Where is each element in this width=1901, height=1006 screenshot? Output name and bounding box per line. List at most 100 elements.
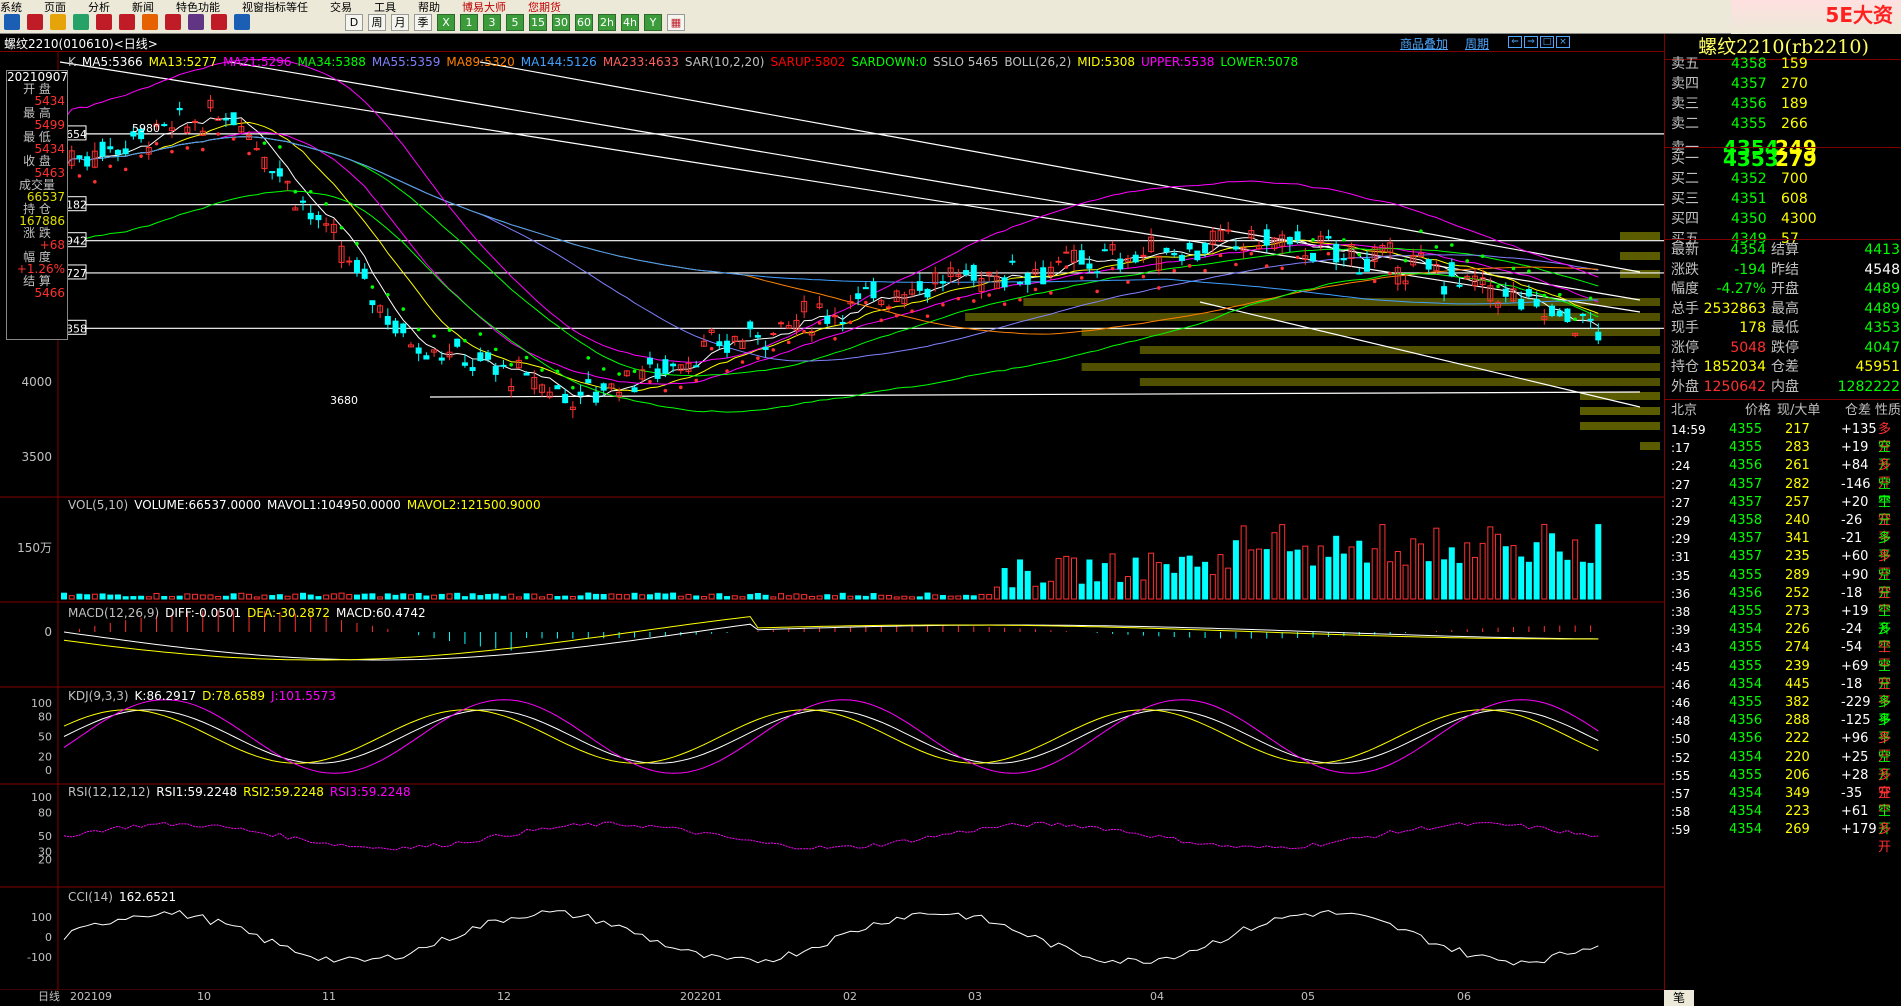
volume-bar [885,594,892,600]
sar-dot [586,356,591,360]
tick-row: 14:59 4355 217 +135 多开 [1665,421,1901,455]
period-button[interactable]: 30 [552,14,570,31]
period-button[interactable]: 60 [575,14,593,31]
menu-item[interactable]: 您期货 [528,2,561,12]
menu-item[interactable]: 交易 [330,2,352,12]
period-button[interactable]: D [345,14,363,31]
tick-cell: 4354 [1729,749,1763,765]
menu-item[interactable]: 博易大师 [462,2,506,12]
volume-bar [1518,556,1525,600]
period-button[interactable]: 周 [368,14,386,31]
ask-row[interactable]: 卖三 4356 189 [1665,94,1901,114]
tick-cell: 341 [1785,531,1810,547]
period-button[interactable]: 4h [621,14,639,31]
back-icon[interactable] [4,14,20,30]
volume-bar [1047,580,1054,600]
menu-item[interactable]: 页面 [44,2,66,12]
sar-dot [1264,264,1269,268]
volume-bar [153,592,160,600]
tick-row: :24 4356 261 +84 多开 [1665,457,1901,491]
legend-item: MA5:5366 [81,55,143,69]
menu-item[interactable]: 分析 [88,2,110,12]
zoom-out-icon[interactable] [119,14,135,30]
tick-cell: +19 [1841,440,1869,456]
candle-body [870,281,877,299]
ask-row[interactable]: 卖二 4355 266 [1665,114,1901,134]
quote-label: 外盘 [1671,378,1699,395]
bid-row[interactable]: 买一 4353 279 [1665,149,1901,169]
sar-dot [401,307,406,311]
overlay-link[interactable]: 商品叠加 [1400,35,1448,52]
period-button[interactable]: Y [644,14,662,31]
candle-body [1456,284,1463,287]
expand-icon[interactable]: □ [1540,36,1554,48]
candle-body [1564,308,1571,322]
quote-value: 4413 [1864,242,1900,258]
ask-row[interactable]: 卖四 4357 270 [1665,74,1901,94]
period-button[interactable]: ▦ [667,14,685,31]
period-button[interactable]: X [437,14,455,31]
candle-body [885,306,892,309]
volume-bar [269,595,276,600]
volume-bar [993,586,1000,600]
menu-item[interactable]: 视窗指标等任 [242,2,308,12]
period-button[interactable]: 月 [391,14,409,31]
legend-item: 162.6521 [118,890,177,904]
ask-row[interactable]: 卖五 4358 159 [1665,54,1901,74]
menu-item[interactable]: 系统 [0,2,22,12]
tick-cell: 289 [1785,567,1810,583]
volume-bar [1487,526,1494,600]
menu-item[interactable]: 帮助 [418,2,440,12]
period-link[interactable]: 周期 [1465,35,1489,52]
chart-type-icon[interactable] [234,14,250,30]
menu-item[interactable]: 特色功能 [176,2,220,12]
volume-bar [700,596,707,600]
monitor-icon[interactable] [50,14,66,30]
ticks-header-cell: 北京 [1671,403,1698,418]
volume-bar [592,593,599,600]
zoom-in-icon[interactable] [96,14,112,30]
candle-body [778,322,785,325]
tick-cell: 多开 [1878,822,1892,856]
quote-value: 2532863 [1703,300,1766,317]
bid-row[interactable]: 买四 4350 4300 [1665,209,1901,229]
period-button[interactable]: 15 [529,14,547,31]
period-button[interactable]: 1 [460,14,478,31]
period-button[interactable]: 3 [483,14,501,31]
sar-dot [108,164,113,169]
period-button[interactable]: 5 [506,14,524,31]
sar-dot [1095,289,1099,294]
kline-chart[interactable]: 565451824942472743584000350059803680150万… [0,52,1664,1002]
notify-icon[interactable] [211,14,227,30]
candle-body [454,338,461,347]
volume-bar [562,595,569,600]
ohlc-info-box: 20210907 开 盘 5434 最 高 5499 最 低 5434 收 盘 5463 成交量… [6,70,68,340]
tick-icon[interactable] [165,14,181,30]
tick-cell: +19 [1841,604,1869,619]
period-button[interactable]: 季 [414,14,432,31]
bid-row[interactable]: 买二 4352 700 [1665,169,1901,189]
tick-tab[interactable]: 笔 [1664,990,1694,1006]
volume-bar [670,592,677,600]
macd-legend: MACD(12,26,9) DIFF:-0.0501 DEA:-30.2872 MAC… [68,606,432,620]
menu-item[interactable]: 新闻 [132,2,154,12]
tick-cell: -26 [1841,513,1863,528]
draw-icon[interactable] [142,14,158,30]
sar-dot [925,314,930,318]
tick-cell: +90 [1841,567,1869,583]
home-icon[interactable] [27,14,43,30]
volume-bar [901,595,908,600]
menu-item[interactable]: 工具 [374,2,396,12]
refresh-icon[interactable] [73,14,89,30]
volume-bar [978,593,985,600]
kdj-line [63,709,1599,764]
quote-label: 内盘 [1771,378,1799,395]
next-icon[interactable]: ⇒ [1524,36,1538,48]
close-icon[interactable]: × [1556,36,1570,48]
sar-dot [679,385,683,390]
prev-icon[interactable]: ⇐ [1508,36,1522,48]
bid-row[interactable]: 买三 4351 608 [1665,189,1901,209]
indicator-icon[interactable] [188,14,204,30]
sar-dot [910,309,914,314]
period-button[interactable]: 2h [598,14,616,31]
